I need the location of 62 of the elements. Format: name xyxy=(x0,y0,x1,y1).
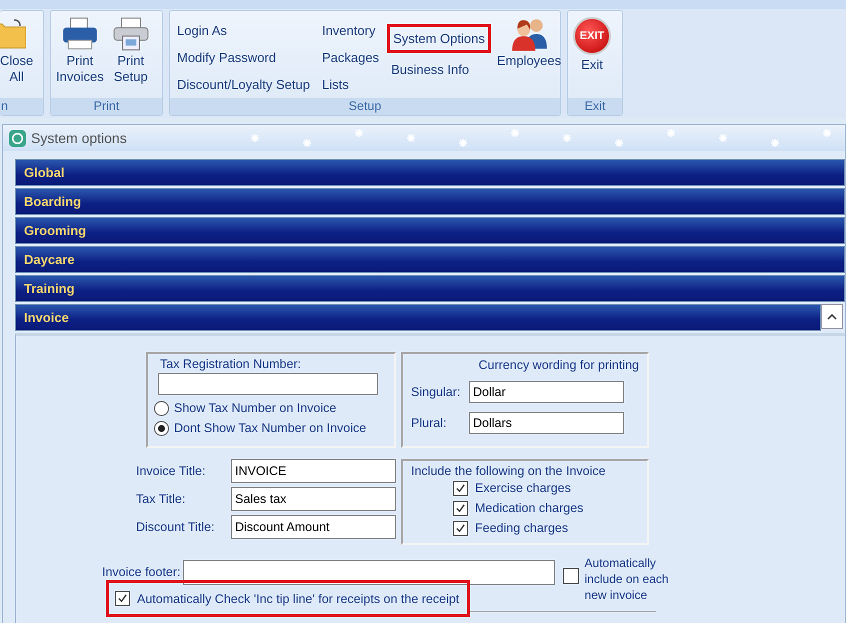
group-title: Currency wording for printing xyxy=(478,358,639,372)
section-header[interactable]: Training xyxy=(15,275,845,302)
ribbon-button[interactable]: Print Invoices xyxy=(54,13,106,98)
ribbon-link[interactable]: System Options xyxy=(387,24,491,53)
input-field[interactable]: INVOICE xyxy=(231,459,396,483)
checkbox-label: Medication charges xyxy=(475,501,584,515)
checkbox[interactable] xyxy=(562,568,579,584)
section-header[interactable]: Boarding xyxy=(15,188,845,215)
checkbox-label: Automatically include on each new invoice xyxy=(584,555,670,603)
ribbon-link[interactable]: Lists xyxy=(318,74,384,95)
ribbon-button[interactable]: EXIT Exit xyxy=(571,13,613,98)
radio-label: Show Tax Number on Invoice xyxy=(174,401,336,415)
checkbox[interactable] xyxy=(453,520,468,536)
section-header[interactable]: Daycare xyxy=(15,246,845,273)
group-label: n xyxy=(0,98,43,115)
radio-button[interactable] xyxy=(154,420,169,436)
group-label: Setup xyxy=(170,98,560,115)
checkbox[interactable] xyxy=(453,480,468,496)
checkbox-label: Automatically Check 'Inc tip line' for receipts on the receipt xyxy=(137,592,460,606)
chevron-up-icon xyxy=(827,314,837,320)
field-label: Invoice Title: xyxy=(136,464,206,478)
group-label: Exit xyxy=(568,98,622,115)
radio-label: Dont Show Tax Number on Invoice xyxy=(174,421,366,435)
printer-icon xyxy=(112,17,150,51)
people-icon xyxy=(510,17,548,51)
checkbox[interactable] xyxy=(115,591,130,606)
window-title: System options xyxy=(31,130,127,146)
ribbon-button[interactable]: Close All xyxy=(0,13,34,98)
field-label: Plural: xyxy=(411,416,448,430)
app-icon xyxy=(9,130,26,146)
section-header[interactable]: Invoice xyxy=(15,304,821,331)
radio-button[interactable] xyxy=(154,400,169,416)
input-field[interactable] xyxy=(158,373,378,395)
input-field[interactable] xyxy=(182,560,555,585)
section-header[interactable]: Global xyxy=(15,159,845,186)
ribbon-link[interactable]: Login As xyxy=(173,20,314,41)
ribbon-link[interactable]: Business Info xyxy=(387,59,491,80)
ribbon-link[interactable]: Modify Password xyxy=(173,47,314,68)
input-field[interactable]: Dollar xyxy=(469,381,624,403)
input-field[interactable]: Sales tax xyxy=(231,487,396,511)
checkbox-label: Feeding charges xyxy=(475,521,568,535)
collapse-button[interactable] xyxy=(821,304,843,329)
ribbon-link[interactable]: Discount/Loyalty Setup xyxy=(173,74,314,95)
field-label: Singular: xyxy=(411,385,462,399)
group-title: Include the following on the Invoice xyxy=(411,464,607,478)
ribbon-button[interactable]: Employees xyxy=(494,13,564,98)
section-header[interactable]: Grooming xyxy=(15,217,845,244)
field-label: Invoice footer: xyxy=(102,565,181,579)
group-label: Print xyxy=(51,98,162,115)
ribbon-button[interactable]: Print Setup xyxy=(110,13,152,98)
checkbox-label: Exercise charges xyxy=(475,481,571,495)
folder-icon xyxy=(0,17,26,51)
ribbon-link[interactable]: Inventory xyxy=(318,20,384,41)
field-label: Tax Title: xyxy=(136,492,186,506)
field-label: Discount Title: xyxy=(136,520,216,534)
checkbox[interactable] xyxy=(453,500,468,516)
exit-icon: EXIT xyxy=(573,17,611,55)
field-label: Tax Registration Number: xyxy=(160,357,302,371)
input-field[interactable]: Dollars xyxy=(469,412,624,434)
input-field[interactable]: Discount Amount xyxy=(231,515,396,539)
ribbon-link[interactable]: Packages xyxy=(318,47,384,68)
printer-icon xyxy=(60,17,99,51)
